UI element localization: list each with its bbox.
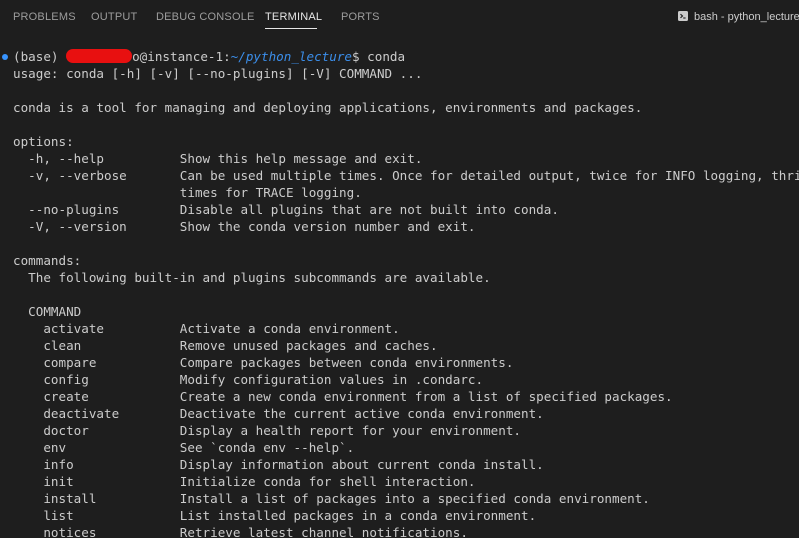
active-tab-indicator — [265, 28, 317, 29]
output-line: -h, --help Show this help message and ex… — [13, 151, 423, 166]
output-line: deactivate Deactivate the current active… — [13, 406, 544, 421]
output-line: COMMAND — [13, 304, 82, 319]
terminal-shell-label: bash - python_lecture — [694, 11, 799, 23]
output-line: -v, --verbose Can be used multiple times… — [13, 168, 799, 183]
output-line: list List installed packages in a conda … — [13, 508, 537, 523]
output-line: options: — [13, 134, 74, 149]
output-line: usage: conda [-h] [-v] [--no-plugins] [-… — [13, 66, 423, 81]
prompt-user-fragment: o — [132, 49, 140, 64]
output-line: times for TRACE logging. — [13, 185, 362, 200]
output-line: commands: — [13, 253, 82, 268]
prompt-path: ~/python_lecture — [230, 49, 352, 64]
redacted-username — [66, 49, 133, 63]
output-line: notices Retrieve latest channel notifica… — [13, 525, 468, 538]
output-line: The following built-in and plugins subco… — [13, 270, 491, 285]
output-line: install Install a list of packages into … — [13, 491, 650, 506]
prompt-line: (base) o@instance-1:~/python_lecture$ co… — [13, 48, 405, 65]
terminal-output[interactable]: (base) o@instance-1:~/python_lecture$ co… — [0, 48, 799, 538]
prompt-symbol: $ — [352, 49, 368, 64]
output-line: create Create a new conda environment fr… — [13, 389, 673, 404]
prompt-command: conda — [367, 49, 406, 64]
output-line: --no-plugins Disable all plugins that ar… — [13, 202, 559, 217]
output-line: conda is a tool for managing and deployi… — [13, 100, 643, 115]
tab-ports[interactable]: PORTS — [341, 11, 380, 23]
tab-output[interactable]: OUTPUT — [91, 11, 137, 23]
output-line: config Modify configuration values in .c… — [13, 372, 484, 387]
output-line: -V, --version Show the conda version num… — [13, 219, 476, 234]
terminal-shell-selector[interactable]: bash - python_lecture — [677, 10, 799, 24]
output-line: compare Compare packages between conda e… — [13, 355, 514, 370]
output-line: info Display information about current c… — [13, 457, 544, 472]
output-line: doctor Display a health report for your … — [13, 423, 521, 438]
output-line: env See `conda env --help`. — [13, 440, 355, 455]
prompt-host: @instance-1: — [139, 49, 231, 64]
output-line: clean Remove unused packages and caches. — [13, 338, 438, 353]
tab-problems[interactable]: PROBLEMS — [13, 11, 76, 23]
output-line: activate Activate a conda environment. — [13, 321, 400, 336]
panel-tab-bar: PROBLEMS OUTPUT DEBUG CONSOLE TERMINAL P… — [0, 0, 799, 34]
prompt-env: (base) — [13, 49, 67, 64]
tab-terminal[interactable]: TERMINAL — [265, 11, 322, 23]
terminal-icon — [678, 11, 688, 21]
tab-debug-console[interactable]: DEBUG CONSOLE — [156, 11, 255, 23]
output-line: init Initialize conda for shell interact… — [13, 474, 476, 489]
